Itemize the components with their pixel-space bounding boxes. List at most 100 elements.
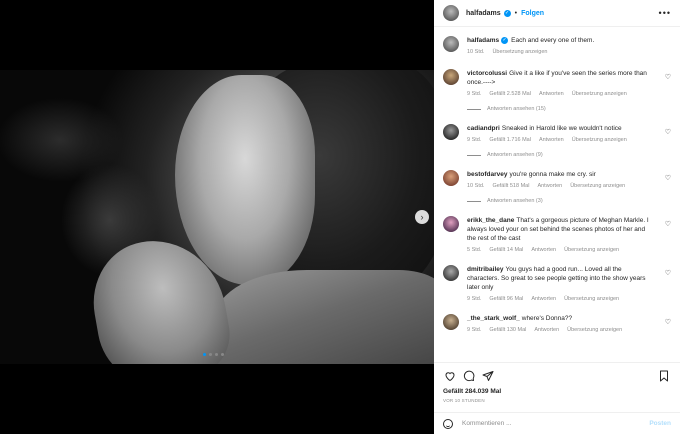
comment-meta: 10 Std. Gefällt 518 Mal Antworten Überse… — [467, 183, 655, 189]
post-comment-button[interactable]: Posten — [649, 420, 671, 427]
heart-icon[interactable]: ♡ — [665, 318, 671, 326]
add-comment-bar: Posten — [434, 412, 680, 434]
timestamp: 9 Std. — [467, 91, 482, 97]
comment-username[interactable]: victorcolussi — [467, 70, 507, 77]
translate-link[interactable]: Übersetzung anzeigen — [572, 137, 627, 143]
separator-dot: • — [514, 9, 518, 17]
comment-meta: 9 Std. Gefällt 2.528 Mal Antworten Übers… — [467, 91, 655, 97]
comment-text: cadiandpri Sneaked in Harold like we woul… — [467, 124, 655, 133]
comment-text: dmitribailey You guys had a good run... L… — [467, 265, 655, 292]
emoji-icon[interactable] — [443, 418, 453, 429]
reply-link[interactable]: Antworten — [531, 296, 556, 302]
translate-link[interactable]: Übersetzung anzeigen — [570, 183, 625, 189]
reply-link[interactable]: Antworten — [534, 327, 559, 333]
post-timestamp: VOR 10 STUNDEN — [443, 398, 485, 403]
comment-text: _the_stark_wolf_ where's Donna?? — [467, 314, 655, 323]
comment-input[interactable] — [462, 420, 650, 427]
caption-body: Each and every one of them. — [511, 37, 595, 44]
view-replies-link[interactable]: Antworten ansehen (15) — [467, 106, 655, 112]
like-count[interactable]: Gefällt 518 Mal — [492, 183, 529, 189]
more-options-icon[interactable]: ••• — [659, 8, 671, 18]
avatar[interactable] — [443, 265, 459, 281]
comment-meta: 9 Std. Gefällt 96 Mal Antworten Übersetz… — [467, 296, 655, 302]
translate-link[interactable]: Übersetzung anzeigen — [564, 247, 619, 253]
reply-link[interactable]: Antworten — [539, 91, 564, 97]
comment-item: erikk_the_dane That's a gorgeous picture … — [443, 216, 671, 253]
view-replies-label: Antworten ansehen (15) — [487, 106, 546, 112]
comment-username[interactable]: _the_stark_wolf_ — [467, 315, 520, 322]
heart-icon[interactable]: ♡ — [665, 174, 671, 182]
timestamp: 9 Std. — [467, 296, 482, 302]
caption-text: halfadams ✓ Each and every one of them. — [467, 36, 655, 45]
comments-list: halfadams ✓ Each and every one of them. 10… — [434, 27, 680, 362]
comment-username[interactable]: erikk_the_dane — [467, 217, 514, 224]
translate-link[interactable]: Übersetzung anzeigen — [567, 327, 622, 333]
carousel-dot — [221, 353, 224, 356]
like-count[interactable]: Gefällt 96 Mal — [489, 296, 523, 302]
heart-icon[interactable]: ♡ — [665, 220, 671, 228]
comment-meta: 9 Std. Gefällt 130 Mal Antworten Überset… — [467, 327, 655, 333]
heart-icon[interactable]: ♡ — [665, 269, 671, 277]
timestamp: 9 Std. — [467, 137, 482, 143]
comment-item: victorcolussi Give it a like if you've se… — [443, 69, 671, 112]
caption: halfadams ✓ Each and every one of them. 10… — [443, 36, 671, 55]
like-icon[interactable] — [443, 369, 457, 383]
carousel-dot — [209, 353, 212, 356]
comment-text: bestofdarvey you're gonna make me cry. si… — [467, 170, 655, 179]
translate-link[interactable]: Übersetzung anzeigen — [492, 49, 547, 55]
translate-link[interactable]: Übersetzung anzeigen — [572, 91, 627, 97]
comment-body: where's Donna?? — [521, 315, 573, 322]
carousel-dot — [203, 353, 206, 356]
timestamp: 10 Std. — [467, 183, 485, 189]
comment-text: victorcolussi Give it a like if you've se… — [467, 69, 655, 87]
comment-username[interactable]: cadiandpri — [467, 125, 500, 132]
translate-link[interactable]: Übersetzung anzeigen — [564, 296, 619, 302]
timestamp: 5 Std. — [467, 247, 482, 253]
reply-link[interactable]: Antworten — [537, 183, 562, 189]
next-slide-button[interactable]: › — [415, 210, 429, 224]
heart-icon[interactable]: ♡ — [665, 73, 671, 81]
like-count[interactable]: Gefällt 14 Mal — [489, 247, 523, 253]
heart-icon[interactable]: ♡ — [665, 128, 671, 136]
follow-button[interactable]: Folgen — [521, 10, 544, 17]
comment-item: cadiandpri Sneaked in Harold like we woul… — [443, 124, 671, 158]
timestamp: 10 Std. — [467, 49, 485, 55]
view-replies-label: Antworten ansehen (3) — [487, 198, 543, 204]
bookmark-icon[interactable] — [657, 369, 671, 383]
comment-item: dmitribailey You guys had a good run... L… — [443, 265, 671, 302]
avatar[interactable] — [443, 5, 459, 21]
post-actions: Gefällt 284.039 Mal VOR 10 STUNDEN — [434, 362, 680, 412]
avatar[interactable] — [443, 216, 459, 232]
post-photo — [0, 70, 434, 364]
avatar[interactable] — [443, 124, 459, 140]
comment-username[interactable]: dmitribailey — [467, 266, 503, 273]
timestamp: 9 Std. — [467, 327, 482, 333]
caption-username[interactable]: halfadams — [467, 37, 499, 44]
comment-body: you're gonna make me cry. sir — [509, 171, 596, 178]
comment-body: Sneaked in Harold like we wouldn't notic… — [501, 125, 622, 132]
carousel-dots — [203, 353, 224, 356]
comment-text: erikk_the_dane That's a gorgeous picture … — [467, 216, 655, 243]
avatar[interactable] — [443, 36, 459, 52]
post-like-count[interactable]: Gefällt 284.039 Mal — [443, 388, 671, 395]
avatar[interactable] — [443, 69, 459, 85]
chevron-right-icon: › — [420, 212, 424, 222]
reply-link[interactable]: Antworten — [539, 137, 564, 143]
verified-icon: ✓ — [501, 36, 509, 44]
like-count[interactable]: Gefällt 2.528 Mal — [489, 91, 531, 97]
like-count[interactable]: Gefällt 1.716 Mal — [489, 137, 531, 143]
avatar[interactable] — [443, 170, 459, 186]
comment-meta: 9 Std. Gefällt 1.716 Mal Antworten Übers… — [467, 137, 655, 143]
comment-meta: 5 Std. Gefällt 14 Mal Antworten Übersetz… — [467, 247, 655, 253]
caption-meta: 10 Std. Übersetzung anzeigen — [467, 49, 655, 55]
header-username[interactable]: halfadams — [466, 10, 501, 17]
comment-icon[interactable] — [462, 369, 476, 383]
reply-link[interactable]: Antworten — [531, 247, 556, 253]
post-header: halfadams ✓ • Folgen ••• — [434, 0, 680, 27]
comment-username[interactable]: bestofdarvey — [467, 171, 507, 178]
like-count[interactable]: Gefällt 130 Mal — [489, 327, 526, 333]
share-icon[interactable] — [481, 369, 495, 383]
view-replies-link[interactable]: Antworten ansehen (3) — [467, 198, 655, 204]
view-replies-link[interactable]: Antworten ansehen (9) — [467, 152, 655, 158]
avatar[interactable] — [443, 314, 459, 330]
